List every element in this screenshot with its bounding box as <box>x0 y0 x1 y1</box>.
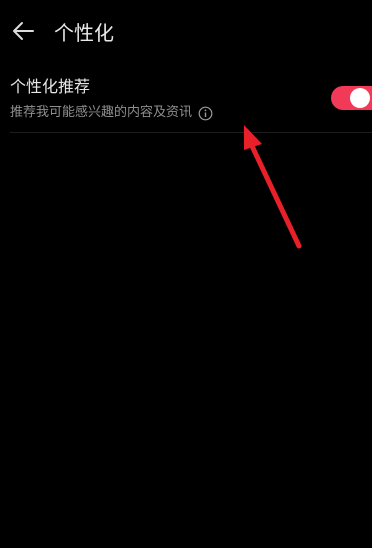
setting-title: 个性化推荐 <box>10 77 91 96</box>
toggle-knob <box>350 88 370 108</box>
page-title: 个性化 <box>54 21 114 45</box>
back-arrow-icon <box>11 21 35 45</box>
setting-description-row: 推荐我可能感兴趣的内容及资讯 <box>10 103 213 123</box>
personalized-recommendation-setting[interactable]: 个性化推荐 推荐我可能感兴趣的内容及资讯 <box>0 70 372 132</box>
info-icon[interactable] <box>198 106 213 121</box>
back-button[interactable] <box>8 19 38 47</box>
divider <box>10 132 372 133</box>
recommendation-toggle[interactable] <box>331 86 372 110</box>
setting-description: 推荐我可能感兴趣的内容及资讯 <box>10 105 193 120</box>
app-header: 个性化 <box>0 0 372 66</box>
